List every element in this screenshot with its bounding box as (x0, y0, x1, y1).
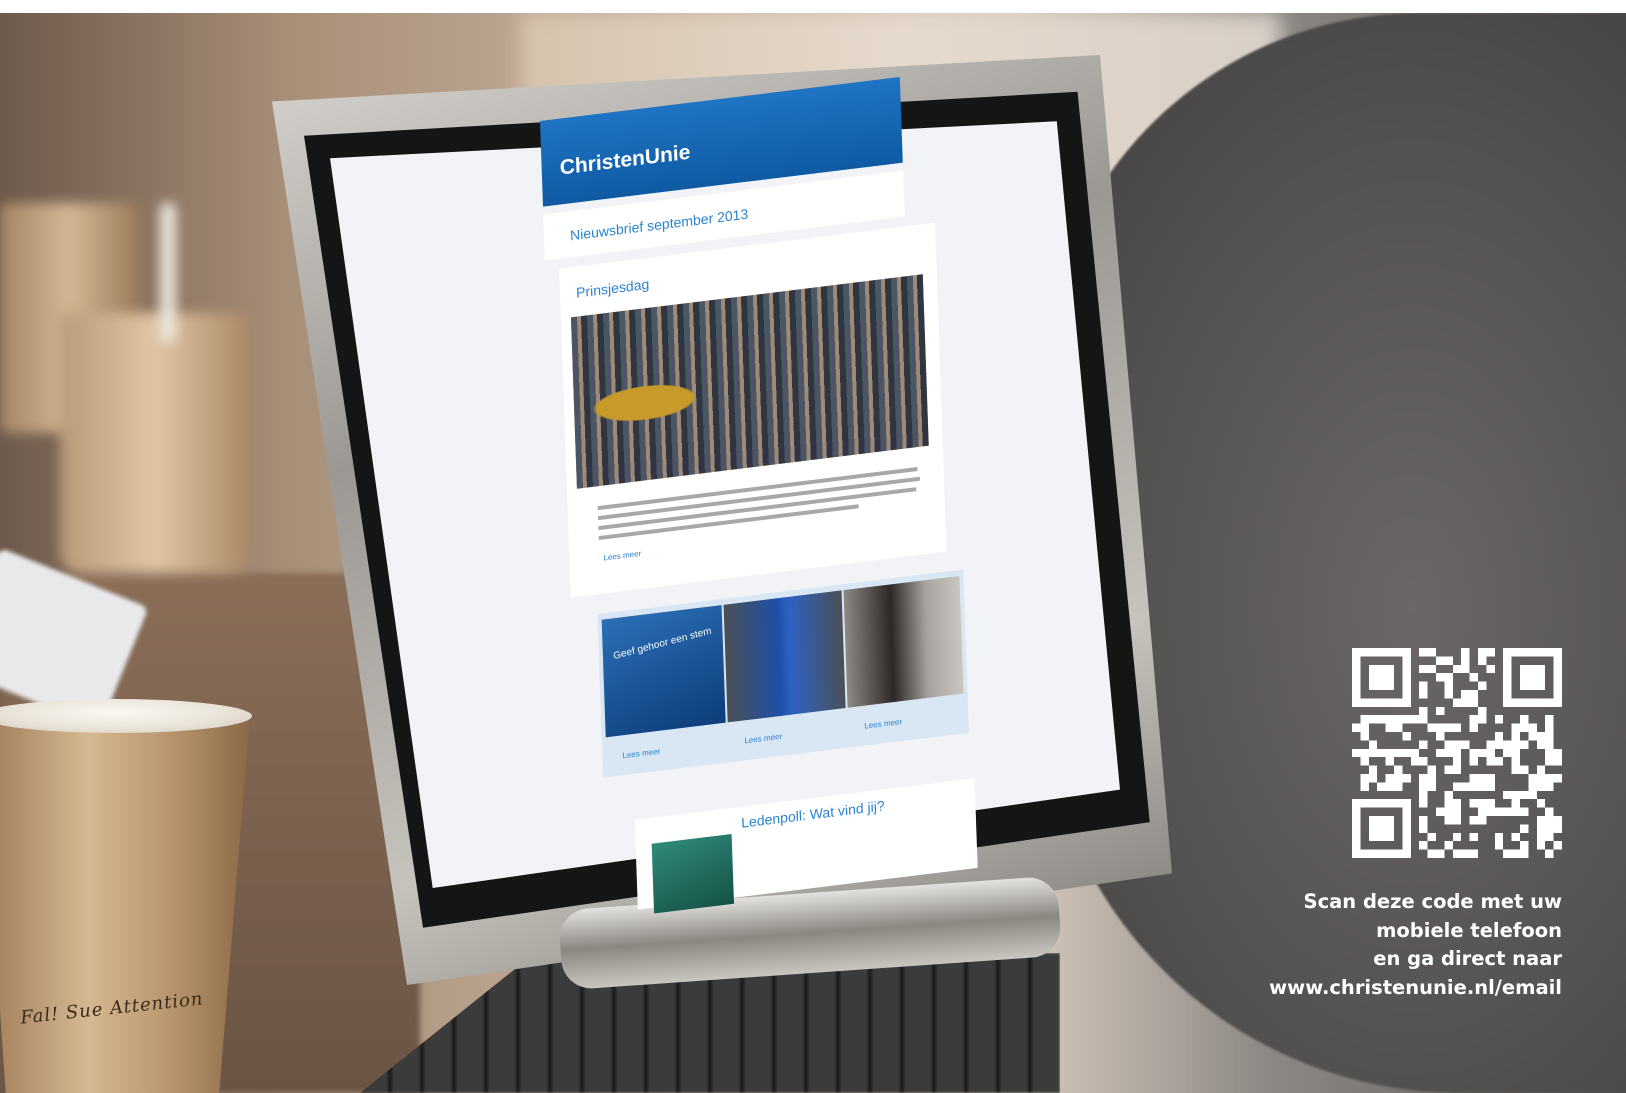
newsletter-page: ChristenUnie Nieuwsbrief september 2013 … (540, 68, 996, 914)
qr-line: en ga direct naar (1373, 947, 1562, 970)
coffee-cup (0, 713, 250, 1093)
brand-logo: ChristenUnie (559, 140, 691, 180)
qr-code-icon[interactable] (1352, 648, 1562, 858)
qr-instructions: Scan deze code met uw mobiele telefoon e… (1222, 888, 1562, 1002)
poll-image (651, 833, 735, 914)
thumbnail-speaker[interactable]: Geef gehoor een stem (601, 605, 726, 738)
thumbnail-portrait[interactable] (723, 590, 846, 723)
straw (160, 203, 176, 343)
qr-line: mobiele telefoon (1376, 918, 1562, 942)
qr-url[interactable]: www.christenunie.nl/email (1222, 974, 1562, 1003)
qr-line: Scan deze code met uw (1303, 890, 1562, 913)
thumbnail-meeting[interactable] (843, 575, 964, 708)
thumbnail-caption: Geef gehoor een stem (612, 625, 713, 663)
background-cup (60, 313, 250, 573)
